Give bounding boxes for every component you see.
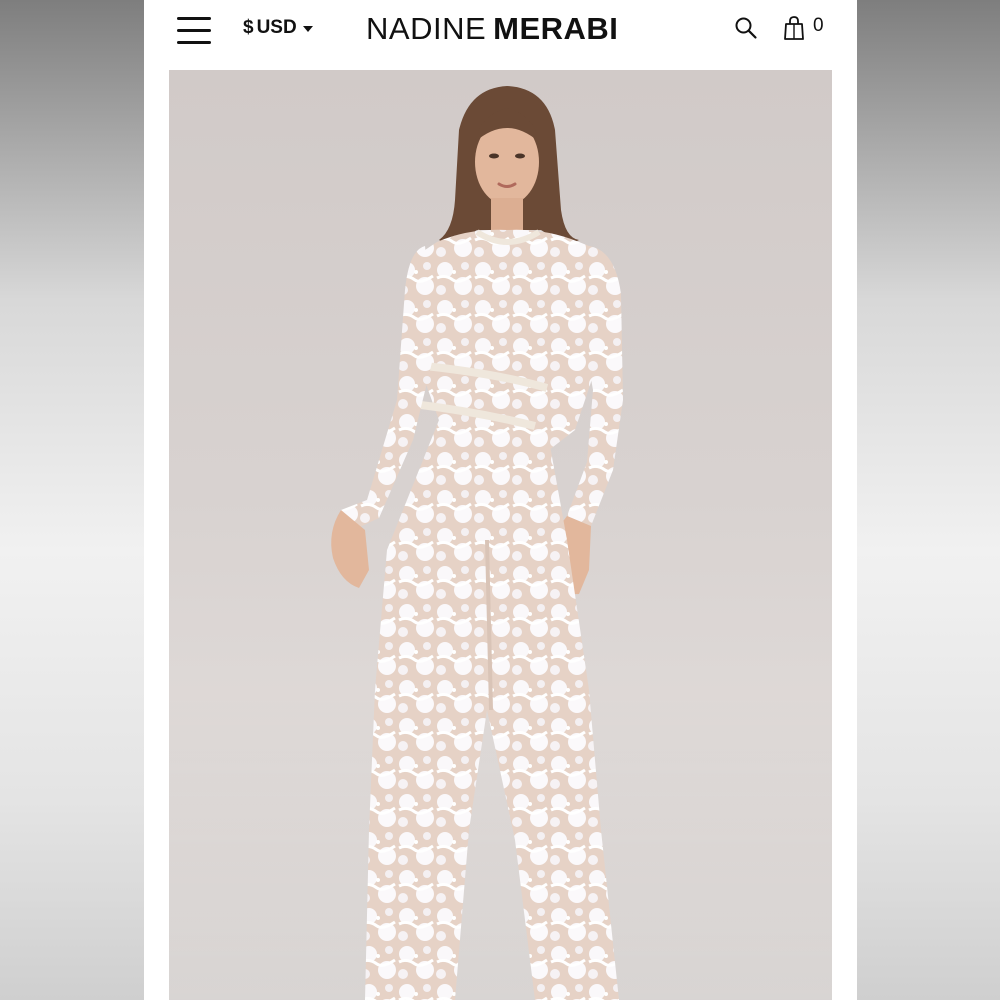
currency-selector[interactable]: $ USD: [243, 14, 313, 42]
hamburger-menu-icon[interactable]: [177, 15, 211, 45]
right-gray-margin: [857, 0, 1000, 1000]
currency-symbol: $: [243, 17, 254, 38]
search-icon[interactable]: [734, 16, 758, 40]
left-gray-margin: [0, 0, 144, 1000]
currency-code: USD: [256, 17, 297, 38]
chevron-down-icon: [302, 26, 313, 32]
shopping-bag-icon[interactable]: [783, 15, 805, 41]
model-in-lace-jumpsuit-illustration: [169, 86, 832, 1000]
brand-logo[interactable]: NADINE MERABI: [366, 11, 638, 47]
cart-count[interactable]: 0: [813, 15, 824, 37]
site-header: $ USD NADINE MERABI 0: [144, 0, 857, 62]
product-photo[interactable]: [169, 70, 832, 1000]
brand-name-second: MERABI: [493, 11, 619, 46]
mobile-page: $ USD NADINE MERABI 0: [144, 0, 857, 1000]
brand-name-first: NADINE: [366, 11, 487, 46]
